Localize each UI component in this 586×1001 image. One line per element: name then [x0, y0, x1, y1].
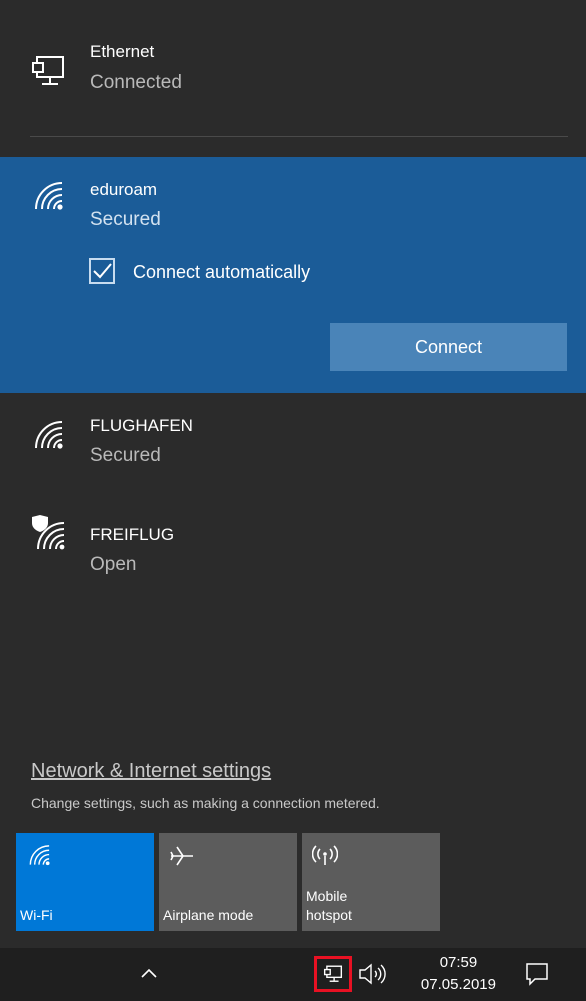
check-icon: [93, 263, 112, 279]
network-item-flughafen[interactable]: FLUGHAFEN Secured: [0, 400, 586, 500]
network-tray-button[interactable]: [314, 956, 352, 992]
tile-label: Wi-Fi: [20, 907, 53, 923]
tile-label-line2: hotspot: [306, 907, 352, 923]
wifi-toggle-tile[interactable]: Wi-Fi: [16, 833, 154, 931]
clock[interactable]: 07:59 07.05.2019: [421, 952, 496, 996]
taskbar: 07:59 07.05.2019: [0, 948, 586, 1001]
network-item-freiflug[interactable]: FREIFLUG Open: [0, 505, 586, 605]
connect-automatically-label: Connect automatically: [133, 262, 311, 282]
wifi-icon: [35, 182, 63, 210]
ethernet-icon: [323, 965, 343, 982]
ethernet-name: Ethernet: [90, 42, 155, 61]
airplane-icon: [170, 846, 193, 866]
ethernet-item[interactable]: Ethernet Connected: [0, 0, 586, 136]
network-name: FLUGHAFEN: [90, 416, 193, 435]
network-name: FREIFLUG: [90, 525, 175, 544]
network-name: eduroam: [90, 180, 158, 199]
wifi-icon: [35, 421, 63, 449]
connect-automatically-checkbox[interactable]: [89, 258, 115, 284]
chevron-up-icon[interactable]: [140, 966, 158, 980]
volume-icon[interactable]: [358, 962, 388, 986]
network-status: Secured: [90, 445, 161, 466]
clock-time: 07:59: [439, 954, 478, 971]
network-status: Secured: [90, 209, 161, 230]
ethernet-status: Connected: [90, 72, 182, 93]
clock-date: 07.05.2019: [420, 976, 496, 993]
network-flyout: Ethernet Connected eduroam Secured Conne…: [0, 0, 586, 948]
ethernet-icon: [32, 56, 64, 85]
mobile-hotspot-tile[interactable]: Mobile hotspot: [302, 833, 440, 931]
action-center-icon[interactable]: [524, 961, 550, 987]
hotspot-icon: [312, 845, 338, 865]
network-settings-link[interactable]: Network & Internet settings: [31, 760, 271, 783]
divider: [30, 136, 568, 137]
network-status: Open: [90, 554, 137, 575]
tile-label: Mobile hotspot: [306, 887, 352, 925]
wifi-icon: [29, 845, 50, 866]
network-settings-description: Change settings, such as making a connec…: [31, 795, 380, 811]
airplane-mode-tile[interactable]: Airplane mode: [159, 833, 297, 931]
wifi-shield-icon: [32, 515, 65, 550]
tile-label-line1: Mobile: [306, 888, 348, 904]
connect-button[interactable]: Connect: [330, 323, 567, 371]
tile-label: Airplane mode: [163, 907, 254, 923]
